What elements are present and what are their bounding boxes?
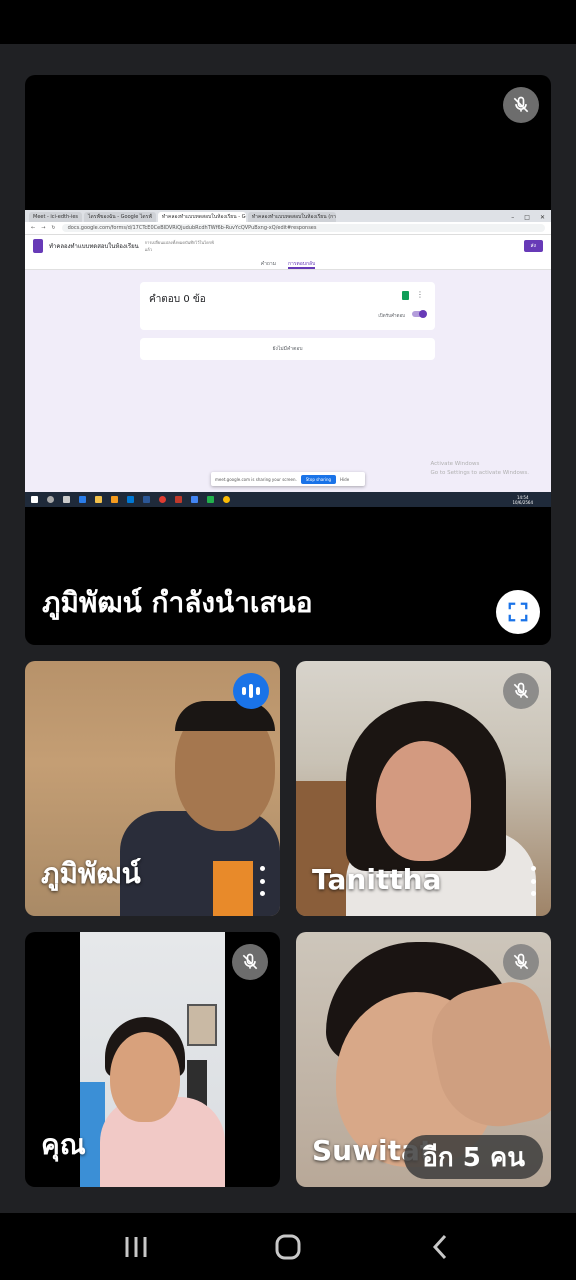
- share-bar: meet.google.com is sharing your screen. …: [211, 472, 365, 486]
- recents-button[interactable]: [116, 1227, 156, 1267]
- more-vert-icon[interactable]: [525, 866, 541, 896]
- browser-tab: ทำคลองทำแบบทดสอบในห้องเรียน - Go: [157, 212, 246, 222]
- status-bar: [0, 0, 576, 44]
- hide-button: Hide: [340, 476, 350, 482]
- mic-off-icon: [503, 673, 539, 709]
- browser-tabs: Meet - ici-edth-ies ไดรฟ์ของฉัน - Google…: [25, 210, 551, 222]
- self-tile[interactable]: คุณ: [25, 932, 280, 1187]
- participant-tile[interactable]: Tanittha: [296, 661, 551, 916]
- browser-tab: Meet - ici-edth-ies: [29, 212, 82, 222]
- url-bar: ← → ↻ docs.google.com/forms/d/17CTcE0CeBID…: [25, 222, 551, 235]
- sheets-icon: [402, 291, 409, 300]
- fullscreen-icon: [508, 602, 528, 622]
- fullscreen-button[interactable]: [496, 590, 540, 634]
- forms-logo-icon: [33, 239, 43, 253]
- more-people-button[interactable]: อีก 5 คน: [404, 1135, 543, 1179]
- navigation-bar: [0, 1213, 576, 1280]
- autosave-note: การเปลี่ยนแปลงทั้งหมดบันทึกไว้ในไดรฟ์แล้…: [144, 240, 214, 252]
- wall-frame: [187, 1004, 217, 1046]
- participant-name: คุณ: [41, 1128, 86, 1161]
- forms-header: ทำคลองทำแบบทดสอบในห้องเรียน การเปลี่ยนแป…: [25, 235, 551, 257]
- mic-off-icon: [232, 944, 268, 980]
- participant-name: Tanittha: [312, 863, 442, 896]
- windows-taskbar: 14:54 10/6/2564: [25, 492, 551, 507]
- responses-title: คำตอบ 0 ข้อ: [149, 294, 206, 305]
- forms-tabs: คำถาม การตอบกลับ: [25, 257, 551, 270]
- empty-card: ยังไม่มีคำตอบ: [140, 338, 435, 360]
- url-text: docs.google.com/forms/d/17CTcE0CeBIDVRiQ…: [61, 224, 545, 232]
- back-icon: [432, 1234, 447, 1259]
- shared-screen: Meet - ici-edth-ies ไดรฟ์ของฉัน - Google…: [25, 210, 551, 507]
- activate-windows: Activate Windows Go to Settings to activ…: [430, 461, 529, 476]
- speaking-icon: [233, 673, 269, 709]
- participant-tile[interactable]: Suwitat อีก 5 คน: [296, 932, 551, 1187]
- taskbar-clock: 14:54 10/6/2564: [512, 494, 533, 505]
- accepting-toggle: [412, 310, 427, 318]
- empty-note: ยังไม่มีคำตอบ: [272, 346, 303, 352]
- browser-tab: ทำคลองทำแบบทดสอบในห้องเรียน (การ: [247, 212, 336, 222]
- tab-responses: การตอบกลับ: [288, 257, 316, 269]
- participant-tile[interactable]: ภูมิพัฒน์: [25, 661, 280, 916]
- recents-icon: [125, 1236, 147, 1257]
- form-title: ทำคลองทำแบบทดสอบในห้องเรียน: [49, 243, 139, 250]
- browser-tab: ไดรฟ์ของฉัน - Google ไดรฟ์: [84, 212, 156, 222]
- face: [110, 1032, 180, 1122]
- send-button: ส่ง: [523, 240, 543, 252]
- back-button[interactable]: [420, 1227, 460, 1267]
- presentation-tile[interactable]: Meet - ici-edth-ies ไดรฟ์ของฉัน - Google…: [25, 75, 551, 645]
- stop-sharing-button: Stop sharing: [300, 474, 337, 484]
- participant-name: ภูมิพัฒน์: [41, 857, 141, 890]
- tab-questions: คำถาม: [260, 261, 277, 267]
- mic-off-icon: [503, 87, 539, 123]
- mic-off-icon: [503, 944, 539, 980]
- presenter-banner: ภูมิพัฒน์ กำลังนำเสนอ: [42, 586, 313, 619]
- window-controls: – □ ✕: [511, 213, 545, 221]
- shirt: [213, 861, 253, 916]
- more-vert-icon: ⋮: [416, 290, 424, 299]
- home-icon: [275, 1234, 301, 1259]
- face: [376, 741, 471, 861]
- accepting-label: เปิดรับคำตอบ: [378, 314, 405, 319]
- person-body: [120, 811, 280, 916]
- home-button[interactable]: [268, 1227, 308, 1267]
- more-vert-icon[interactable]: [254, 866, 270, 896]
- responses-card: คำตอบ 0 ข้อ ⋮ เปิดรับคำตอบ: [140, 282, 435, 330]
